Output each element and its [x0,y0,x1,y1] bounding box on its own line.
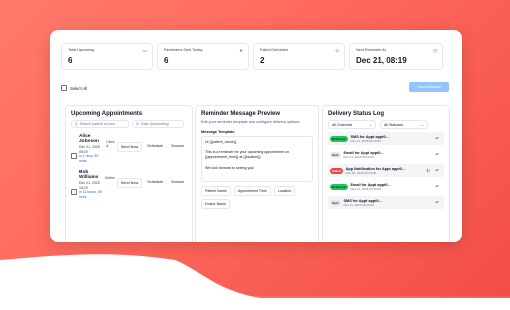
sort-label: Date (Ascending) [141,122,169,126]
send-selected-button[interactable]: Send Selected [409,82,449,92]
stat-value: 6 [164,56,169,65]
patient-name: Bob Williams [79,170,99,180]
log-entry-title: App Notification for Appt appt0... [345,166,406,171]
schedule-button[interactable]: Schedule [144,178,166,186]
snooze-button[interactable]: Snooze [168,178,187,186]
status-badge: Failed [330,167,343,174]
stat-label: Total Upcoming [68,48,95,52]
stat-label: Failed Deliveries [260,48,289,52]
background-shape [0,254,510,310]
log-entry-title: SMS for Appt appt0... [350,134,389,139]
sort-icon: ⇅ [136,122,140,126]
log-panel: Delivery Status Log All Channels ⌄ All S… [322,105,450,242]
resend-icon[interactable]: ↶ [435,136,439,142]
template-line: We look forward to seeing you! [205,165,255,170]
chevron-down-icon: ⌄ [368,122,372,127]
status-badge: Sent [330,151,341,158]
stat-failed-deliveries: Failed Deliveries 2 ⊙ [253,43,345,70]
status-badge: Delivered [330,183,348,190]
chevron-down-icon: ⌄ [420,122,424,127]
clock-icon: ◷ [433,48,437,53]
stat-value: 2 [260,56,265,65]
resend-icon[interactable]: ↶ [435,200,439,206]
log-entry-date: Dec 20, 2025 03:19:00 [345,170,377,175]
select-all-label: Select All [70,85,88,91]
log-entry-date: Dec 21, 2025 03:16:09 [343,154,374,159]
log-entry: Delivered SMS for Appt appt0... Dec 21, … [328,132,444,145]
log-entry-date: Dec 21, 2025 02:19:00 [343,202,374,207]
chip-doctor-name[interactable]: Doctor Name [201,199,231,209]
log-title: Delivery Status Log [328,111,385,117]
chip-patient-name[interactable]: Patient Name [201,186,231,196]
appointment-location: Online [104,176,115,180]
search-input[interactable]: ⚲ Search patient or loca [71,120,129,128]
appointment-item: Alice Johnson Dec 21, 2025 08:19 in 1 ho… [71,134,187,164]
log-entry: Sent Email for Appt appt0... Dec 21, 202… [328,148,444,161]
resend-icon[interactable]: ↶ [435,184,439,190]
send-now-button[interactable]: Send Now [116,142,143,152]
channel-filter-label: All Channels [332,122,353,127]
placeholder-chips: Patient Name Appointment Time Location D… [201,186,313,209]
template-label: Message Template [201,130,235,134]
appointment-checkbox[interactable] [71,153,77,159]
select-all-checkbox[interactable] [61,85,67,91]
alert-icon: ⊙ [335,48,339,53]
log-entry-date: Dec 21, 2025 03:19:00 [350,138,381,143]
log-entry-title: Email for Appt appt0... [343,150,384,155]
relative-time: in 11 hours, 59 mins [79,190,102,199]
chip-appointment-time[interactable]: Appointment Time [233,186,271,196]
template-line: This is a reminder for your upcoming app… [205,150,290,160]
log-entry: Delivered Email for Appt appt0... Dec 21… [328,180,444,193]
stats-row: Total Upcoming 6 ▭ Reminders Sent Today … [61,43,443,70]
status-filter[interactable]: All Statuses ⌄ [380,120,428,129]
stat-total-upcoming: Total Upcoming 6 ▭ [61,43,153,70]
snooze-button[interactable]: Snooze [168,142,187,150]
stat-label: Reminders Sent Today [164,48,203,52]
preview-title: Reminder Message Preview [201,111,281,117]
preview-panel: Reminder Message Preview Edit your remin… [195,105,319,242]
sort-select[interactable]: ⇅ Date (Ascending) [132,120,184,128]
patient-name: Alice Johnson [79,134,99,144]
send-icon: ➤ [239,48,243,53]
search-icon: ⚲ [75,122,78,126]
status-badge: Sent [330,199,341,206]
appointment-date: Dec 21, 2025 18:19 [79,181,100,190]
channel-filter[interactable]: All Channels ⌄ [328,120,376,129]
calendar-icon: ▭ [142,48,147,53]
stat-value: 6 [68,56,73,65]
dashboard-card: Total Upcoming 6 ▭ Reminders Sent Today … [50,30,462,242]
status-filter-label: All Statuses [384,122,403,127]
log-entry-title: SMS for Appt appt0... [343,198,382,203]
appointments-panel: Upcoming Appointments ⚲ Search patient o… [65,105,193,242]
status-badge: Delivered [330,135,348,142]
appointment-checkbox[interactable] [71,189,77,195]
stat-value: Dec 21, 08:19 [356,56,407,65]
preview-subtitle: Edit your reminder template and configur… [201,120,301,124]
search-placeholder: Search patient or loca [79,122,115,126]
select-all[interactable]: Select All [61,85,87,91]
resend-icon[interactable]: ↶ [435,152,439,158]
relative-time: in 1 hour, 59 mins [79,154,99,163]
resend-icon[interactable]: ↶ [435,168,439,174]
appointment-date: Dec 21, 2025 08:19 [79,145,100,154]
appointment-location: Clinic A [106,140,115,149]
retry-icon[interactable]: ↻ [426,168,430,174]
template-textarea[interactable]: Hi {{patient_name}}, This is a reminder … [201,136,313,182]
send-now-button[interactable]: Send Now [116,178,143,188]
stat-label: Next Reminder At [356,48,386,52]
log-entry: Sent SMS for Appt appt0... Dec 21, 2025 … [328,196,444,209]
log-entry: Failed App Notification for Appt appt0..… [328,164,444,177]
chip-location[interactable]: Location [273,186,296,196]
schedule-button[interactable]: Schedule [144,142,166,150]
log-entry-title: Email for Appt appt0... [350,182,391,187]
log-entry-date: Dec 21, 2025 03:19:00 [350,186,381,191]
stat-reminders-sent: Reminders Sent Today 6 ➤ [157,43,249,70]
appointments-title: Upcoming Appointments [71,111,143,117]
stat-next-reminder: Next Reminder At Dec 21, 08:19 ◷ [349,43,443,70]
appointment-item: Bob Williams Dec 21, 2025 18:19 in 11 ho… [71,170,187,200]
